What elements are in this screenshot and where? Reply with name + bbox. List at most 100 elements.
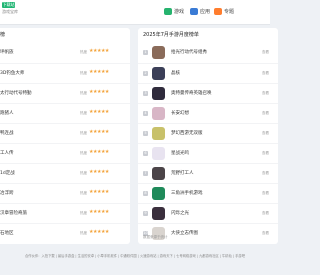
gamepad-icon: [164, 7, 172, 15]
site-logo[interactable]: 下载站: [2, 2, 15, 8]
game-icon[interactable]: [152, 147, 165, 160]
list-item[interactable]: 坪帆族 热度 ★★★★★: [0, 43, 130, 63]
score-label: 热度: [80, 131, 87, 135]
list-item[interactable]: 跑猪人 热度 ★★★★★: [0, 103, 130, 123]
game-icon[interactable]: [152, 187, 165, 200]
rank-badge: 2: [143, 71, 148, 76]
game-name[interactable]: 星战光鸣: [171, 150, 189, 156]
ranking-item[interactable]: 6 星战光鸣 查看: [138, 143, 278, 163]
star-rating: ★★★★★: [89, 169, 109, 175]
score-label: 热度: [80, 171, 87, 175]
star-rating: ★★★★★: [89, 109, 109, 115]
game-name: 鸭连战: [0, 131, 14, 136]
nav-games[interactable]: 游戏: [164, 6, 184, 16]
list-item[interactable]: 工人传 热度 ★★★★★: [0, 143, 130, 163]
score-label: 热度: [80, 231, 87, 235]
panel-footnote: 数据来源于统计: [143, 235, 168, 239]
ranking-item[interactable]: 9 闪烁之光 查看: [138, 203, 278, 223]
rank-badge: 3: [143, 91, 148, 96]
game-name[interactable]: 晶核: [171, 70, 180, 76]
list-item[interactable]: 太行动代号特勤 热度 ★★★★★: [0, 83, 130, 103]
game-name[interactable]: 奥特曼传奇英雄召唤: [171, 90, 212, 96]
nav-topics[interactable]: 专题: [214, 6, 234, 16]
game-icon[interactable]: [152, 67, 165, 80]
nav-apps[interactable]: 应用: [190, 6, 210, 16]
view-link[interactable]: 查看: [262, 151, 269, 156]
score-label: 热度: [80, 71, 87, 75]
view-link[interactable]: 查看: [262, 71, 269, 76]
score-label: 热度: [80, 151, 87, 155]
view-link[interactable]: 查看: [262, 171, 269, 176]
star-rating: ★★★★★: [89, 89, 109, 95]
score-label: 热度: [80, 91, 87, 95]
view-link[interactable]: 查看: [262, 191, 269, 196]
score-label: 热度: [80, 191, 87, 195]
site-logo-subtitle: 游戏宝库: [2, 9, 18, 14]
game-name: 坪帆族: [0, 50, 14, 55]
score-label: 热度: [80, 211, 87, 215]
game-name: 3D钓鱼大师: [0, 71, 25, 76]
ranking-item[interactable]: 3 奥特曼传奇英雄召唤 查看: [138, 83, 278, 103]
score-label: 热度: [80, 50, 87, 54]
view-link[interactable]: 查看: [262, 211, 269, 216]
star-rating: ★★★★★: [89, 129, 109, 135]
ranking-item[interactable]: 1 拾光行动代号组秀 查看: [138, 43, 278, 63]
star-rating: ★★★★★: [89, 48, 109, 54]
view-link[interactable]: 查看: [262, 231, 269, 236]
view-link[interactable]: 查看: [262, 50, 269, 55]
nav-games-label: 游戏: [174, 8, 185, 15]
ranking-item[interactable]: 4 长安幻想 查看: [138, 103, 278, 123]
ranking-item[interactable]: 5 梦幻西游无双版 查看: [138, 123, 278, 143]
game-icon[interactable]: [152, 107, 165, 120]
game-icon[interactable]: [152, 46, 165, 59]
list-item[interactable]: 石地区 热度 ★★★★★: [0, 223, 130, 243]
game-name: 石地区: [0, 231, 14, 236]
view-link[interactable]: 查看: [262, 131, 269, 136]
apps-icon: [190, 7, 198, 15]
list-item[interactable]: 鸭连战 热度 ★★★★★: [0, 123, 130, 143]
game-icon[interactable]: [152, 87, 165, 100]
score-label: 热度: [80, 111, 87, 115]
game-name[interactable]: 长安幻想: [171, 110, 189, 116]
rank-badge: 5: [143, 131, 148, 136]
right-panel-title: 2025年7月手游月度榜单: [143, 32, 199, 38]
view-link[interactable]: 查看: [262, 91, 269, 96]
view-link[interactable]: 查看: [262, 111, 269, 116]
list-item[interactable]: 1d定战 热度 ★★★★★: [0, 163, 130, 183]
game-name[interactable]: 梦幻西游无双版: [171, 130, 203, 136]
ranking-item[interactable]: 10 大侠立志传图 查看: [138, 223, 278, 243]
game-name: 工人传: [0, 151, 14, 156]
game-icon[interactable]: [152, 207, 165, 220]
ranking-item[interactable]: 2 晶核 查看: [138, 63, 278, 83]
list-item[interactable]: 冶浮跨 热度 ★★★★★: [0, 183, 130, 203]
topic-icon: [214, 7, 222, 15]
star-rating: ★★★★★: [89, 69, 109, 75]
game-name: 汉章冒险奇旅: [0, 211, 27, 216]
ranking-item[interactable]: 8 三角洲手机游戏 查看: [138, 183, 278, 203]
ranking-item[interactable]: 7 荒野打工人 查看: [138, 163, 278, 183]
rank-badge: 4: [143, 111, 148, 116]
rank-badge: 7: [143, 171, 148, 176]
game-name[interactable]: 拾光行动代号组秀: [171, 49, 207, 55]
game-name[interactable]: 荒野打工人: [171, 170, 194, 176]
rank-badge: 6: [143, 151, 148, 156]
game-name: 跑猪人: [0, 111, 14, 116]
game-name[interactable]: 大侠立志传图: [171, 230, 198, 236]
top-bar: 下载站 游戏宝库 游戏 应用 专题: [0, 0, 270, 25]
game-icon[interactable]: [152, 167, 165, 180]
rank-badge: 1: [143, 50, 148, 55]
partner-links[interactable]: 合作伙伴：入拍下载 | 最后手游盒 | 生活的安卓 | 小草手机软件 | 中通软…: [0, 253, 270, 258]
star-rating: ★★★★★: [89, 209, 109, 215]
monthly-ranking-panel: 2025年7月手游月度榜单 1 拾光行动代号组秀 查看 2 晶核 查看 3 奥特…: [138, 28, 278, 244]
rank-badge: 8: [143, 191, 148, 196]
star-rating: ★★★★★: [89, 189, 109, 195]
game-name: 太行动代号特勤: [0, 91, 32, 96]
list-item[interactable]: 汉章冒险奇旅 热度 ★★★★★: [0, 203, 130, 223]
nav-apps-label: 应用: [200, 8, 211, 15]
game-name: 冶浮跨: [0, 191, 14, 196]
game-icon[interactable]: [152, 127, 165, 140]
nav-topics-label: 专题: [224, 8, 235, 15]
list-item[interactable]: 3D钓鱼大师 热度 ★★★★★: [0, 63, 130, 83]
game-name[interactable]: 三角洲手机游戏: [171, 190, 203, 196]
game-name[interactable]: 闪烁之光: [171, 210, 189, 216]
